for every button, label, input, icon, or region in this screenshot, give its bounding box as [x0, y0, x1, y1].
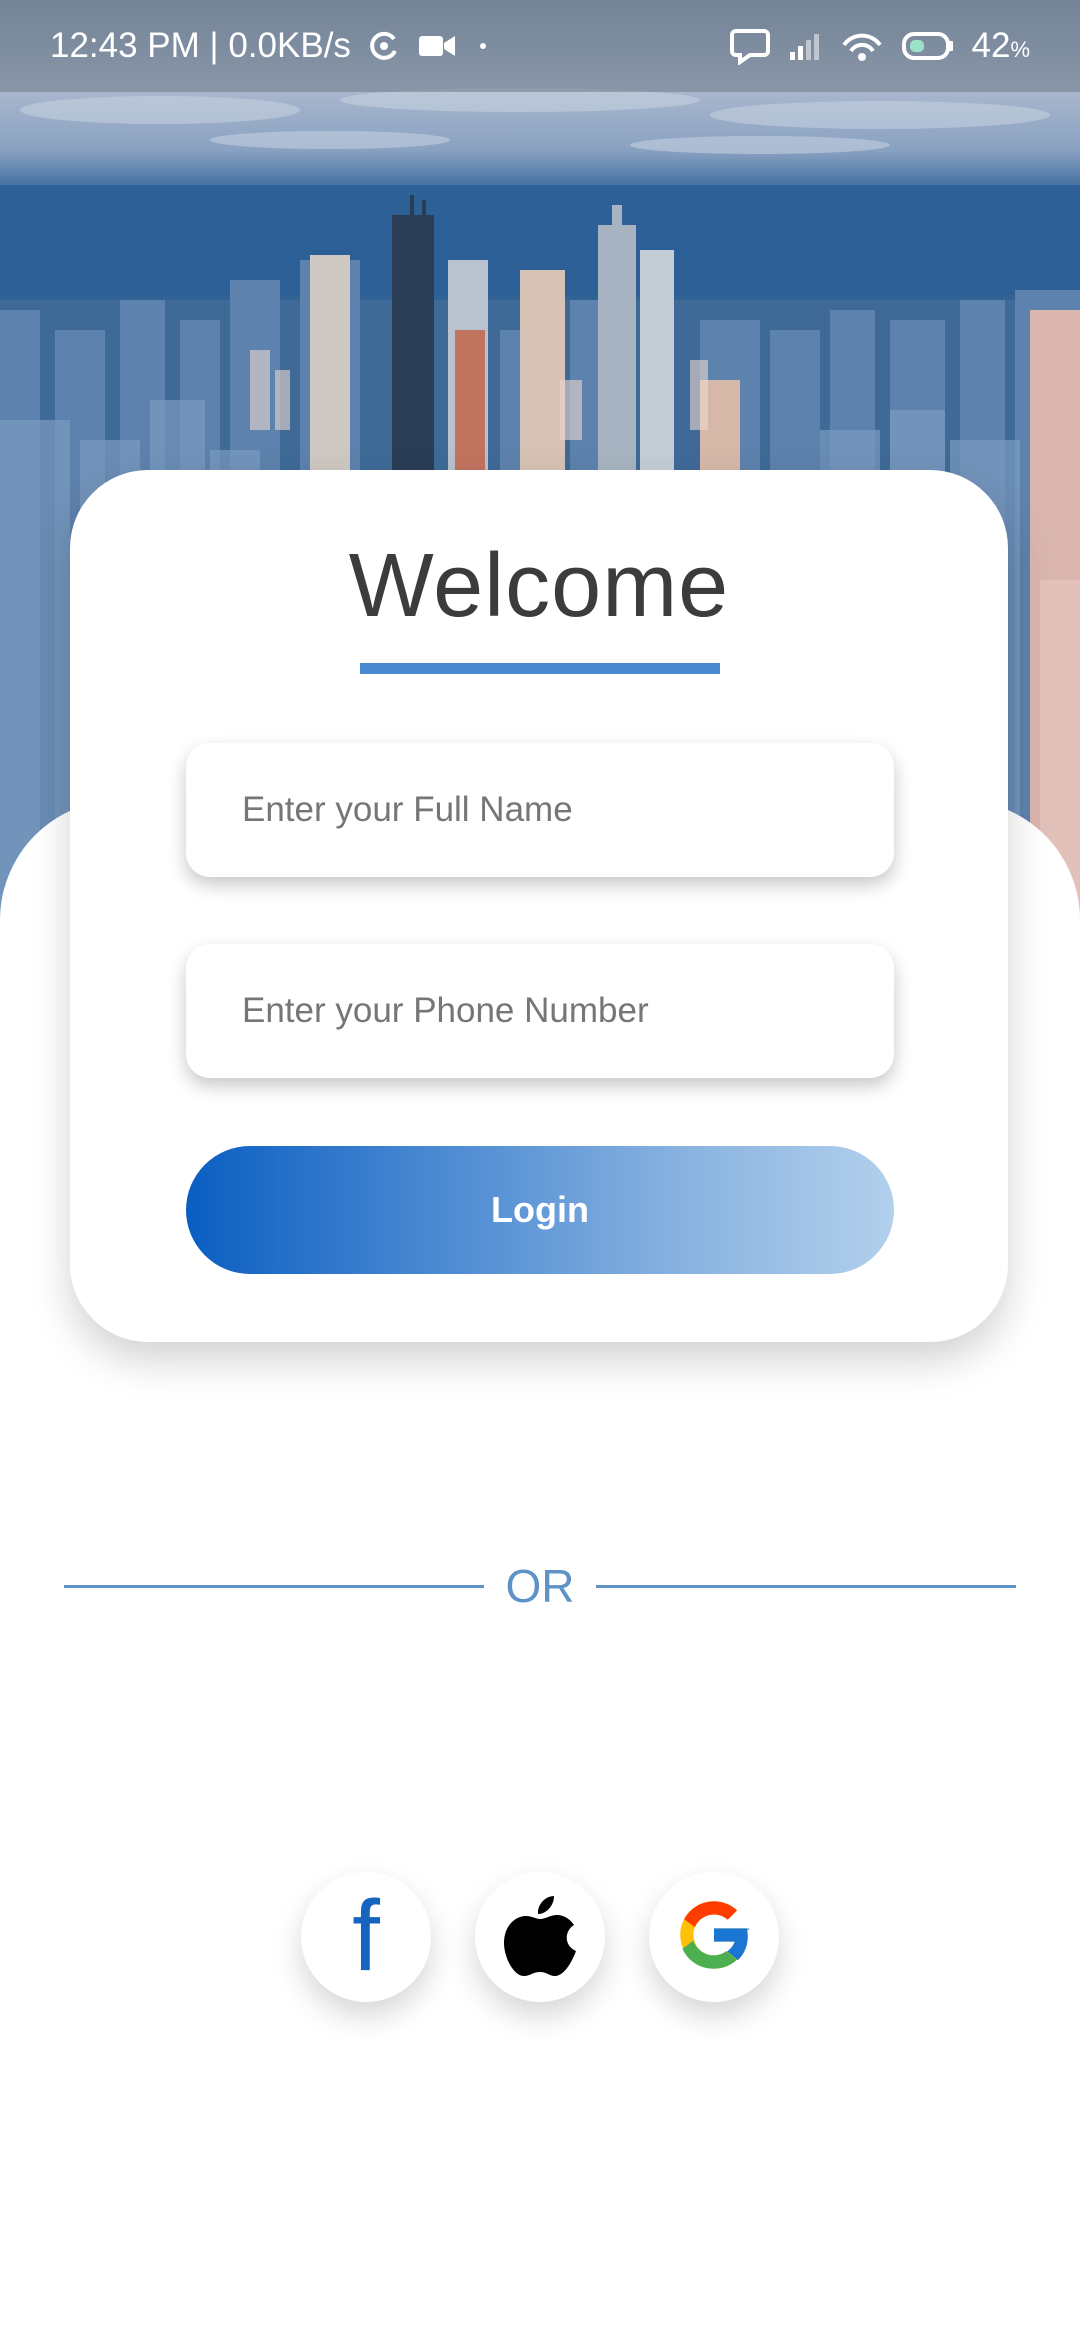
- phone-number-input[interactable]: [186, 944, 894, 1078]
- status-right: 42%: [729, 26, 1031, 66]
- dot-icon: [473, 36, 493, 56]
- battery-value: 42: [971, 26, 1011, 65]
- facebook-icon: f: [336, 1880, 396, 1992]
- battery-unit: %: [1010, 37, 1030, 62]
- status-left: 12:43 PM | 0.0KB/s: [50, 26, 493, 66]
- video-camera-icon: [417, 31, 457, 61]
- battery-icon: [901, 31, 954, 61]
- title-underline: [360, 663, 720, 674]
- status-bar: 12:43 PM | 0.0KB/s 42%: [0, 0, 1080, 92]
- login-card: Welcome Login: [70, 470, 1008, 1342]
- apple-login-button[interactable]: [475, 1872, 605, 2002]
- login-button[interactable]: Login: [186, 1146, 894, 1274]
- or-label: OR: [505, 1560, 575, 1612]
- sync-icon: [367, 29, 401, 63]
- apple-icon: [502, 1892, 578, 1983]
- divider-line-right: [596, 1585, 1016, 1588]
- google-login-button[interactable]: [649, 1872, 779, 2002]
- facebook-glyph: f: [352, 1890, 380, 1980]
- google-icon: [670, 1891, 758, 1984]
- hotspot-icon: [840, 29, 884, 63]
- chat-bubble-icon: [729, 27, 770, 65]
- or-divider: OR: [64, 1556, 1016, 1616]
- divider-line-left: [64, 1585, 484, 1588]
- full-name-input[interactable]: [186, 743, 894, 877]
- battery-level: 42%: [972, 26, 1031, 66]
- login-screen: 12:43 PM | 0.0KB/s 42% Welcome Enter you…: [0, 0, 1080, 2346]
- welcome-title: Welcome: [348, 536, 730, 636]
- status-time-speed: 12:43 PM | 0.0KB/s: [50, 26, 351, 65]
- signal-icon: [788, 30, 822, 62]
- facebook-login-button[interactable]: f: [301, 1872, 431, 2002]
